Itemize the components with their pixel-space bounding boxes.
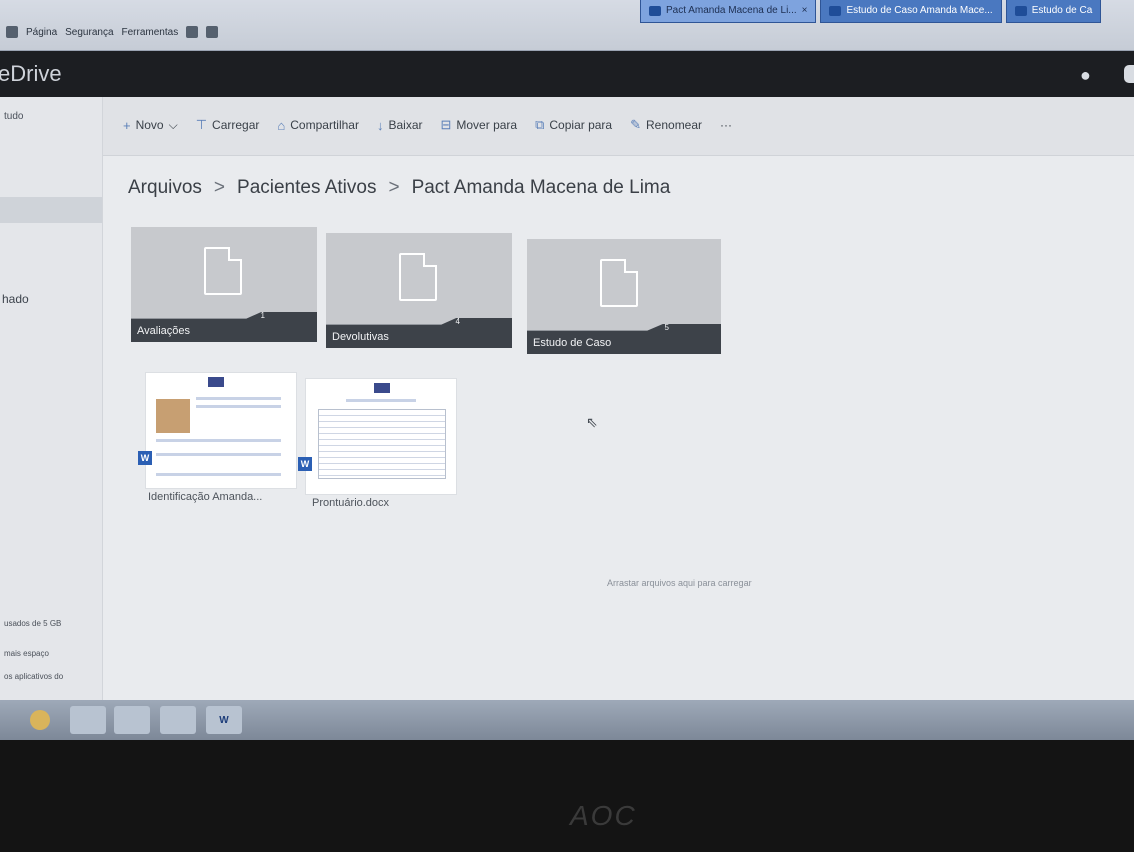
breadcrumb: Arquivos > Pacientes Ativos > Pact Amand…: [128, 177, 670, 199]
download-button[interactable]: ↓ Baixar: [377, 117, 423, 133]
tab-label: Estudo de Caso Amanda Mace...: [846, 5, 993, 16]
onedrive-tab-icon: [649, 6, 661, 16]
left-nav: tudo hado usados de 5 GB mais espaço os …: [0, 97, 103, 740]
menu-tools[interactable]: Ferramentas: [122, 27, 179, 38]
breadcrumb-item-pacientes-ativos[interactable]: Pacientes Ativos: [237, 177, 376, 199]
breadcrumb-item-current: Pact Amanda Macena de Lima: [411, 177, 671, 198]
flag-icon: [208, 377, 224, 387]
drop-hint: Arrastar arquivos aqui para carregar: [607, 578, 752, 588]
storage-usage: usados de 5 GB: [4, 619, 62, 628]
chevron-down-icon: ⌵: [168, 117, 178, 132]
menu-page[interactable]: Página: [26, 27, 57, 38]
command-bar: + Novo ⌵ ⊤ Carregar ⌂ Compartilhar ↓ Bai…: [103, 97, 1134, 156]
folder-name: Avaliações: [137, 325, 190, 337]
help-icon[interactable]: [186, 26, 199, 38]
menu-security[interactable]: Segurança: [65, 27, 113, 38]
document-icon: [399, 253, 437, 301]
chat-icon[interactable]: ●: [1080, 65, 1091, 86]
copy-icon: ⧉: [535, 117, 545, 132]
folder-name: Devolutivas: [332, 331, 389, 343]
share-icon: ⌂: [277, 117, 286, 133]
mouse-cursor-icon: ⇖: [586, 414, 598, 430]
start-icon[interactable]: [30, 710, 50, 730]
folder-tile-devolutivas[interactable]: 4 Devolutivas: [326, 233, 512, 348]
print-icon[interactable]: [6, 26, 18, 38]
profile-icon[interactable]: [1124, 65, 1134, 83]
plus-icon: +: [123, 117, 131, 133]
folder-tile-avaliacoes[interactable]: 1 Avaliações: [131, 227, 317, 342]
rename-button[interactable]: ✎ Renomear: [630, 117, 702, 133]
breadcrumb-separator: >: [388, 177, 400, 198]
nav-item-shared[interactable]: hado: [2, 292, 29, 306]
share-button[interactable]: ⌂ Compartilhar: [277, 117, 359, 133]
file-name[interactable]: Identificação Amanda...: [148, 491, 262, 503]
file-name[interactable]: Prontuário.docx: [312, 497, 389, 509]
pencil-icon: ✎: [630, 117, 641, 132]
upload-button[interactable]: ⊤ Carregar: [196, 117, 260, 133]
nav-search-partial[interactable]: tudo: [4, 111, 23, 122]
move-icon: ⊟: [440, 117, 452, 132]
nav-item-selected[interactable]: [0, 197, 102, 223]
tab-label: Pact Amanda Macena de Li...: [666, 5, 797, 16]
document-icon: [204, 247, 242, 295]
browser-tabs: Pact Amanda Macena de Li... × Estudo de …: [640, 0, 1102, 23]
upload-icon: ⊤: [195, 117, 208, 132]
folder-item-count: 4: [455, 317, 460, 326]
tab-pact-amanda[interactable]: Pact Amanda Macena de Li... ×: [640, 0, 817, 23]
move-to-button[interactable]: ⊟ Mover para: [440, 117, 517, 133]
download-icon: ↓: [376, 117, 384, 133]
file-thumbnail-identificacao[interactable]: W: [138, 372, 297, 489]
flag-icon: [374, 383, 390, 393]
document-icon: [600, 259, 638, 307]
file-thumbnail-prontuario[interactable]: W: [298, 378, 457, 495]
get-apps-link[interactable]: os aplicativos do: [4, 672, 94, 682]
word-taskbar-button[interactable]: W: [206, 706, 242, 734]
table-thumbnail: [318, 409, 446, 479]
word-tab-icon: [829, 6, 842, 16]
app-title[interactable]: eDrive: [0, 61, 62, 87]
breadcrumb-item-arquivos[interactable]: Arquivos: [128, 177, 202, 199]
tab-estudo-de-caso-2[interactable]: Estudo de Ca: [1005, 0, 1102, 23]
explorer-icon[interactable]: [70, 706, 106, 734]
new-button[interactable]: + Novo ⌵: [123, 117, 178, 133]
folder-item-count: 5: [664, 323, 669, 332]
app-header: eDrive ●: [0, 51, 1134, 97]
more-button[interactable]: ···: [720, 117, 732, 133]
taskbar: W: [0, 700, 1134, 740]
tab-label: Estudo de Ca: [1031, 5, 1093, 16]
chrome-icon[interactable]: [160, 706, 196, 734]
tab-estudo-de-caso[interactable]: Estudo de Caso Amanda Mace...: [820, 0, 1002, 23]
toolbar-extra-icon[interactable]: [206, 26, 219, 38]
copy-to-button[interactable]: ⧉ Copiar para: [535, 117, 612, 133]
folder-name: Estudo de Caso: [533, 337, 612, 349]
monitor-logo: AOC: [570, 800, 637, 831]
photo-thumbnail: [156, 399, 190, 433]
close-icon[interactable]: ×: [802, 0, 808, 22]
folder-item-count: 1: [260, 311, 265, 320]
screen: Página Segurança Ferramentas Pact Amanda…: [0, 0, 1134, 740]
browser-toolbar: Página Segurança Ferramentas Pact Amanda…: [0, 0, 1134, 51]
get-more-storage-link[interactable]: mais espaço: [4, 649, 49, 658]
media-icon[interactable]: [114, 706, 150, 734]
word-icon: W: [138, 451, 152, 465]
word-tab-icon: [1014, 6, 1027, 16]
monitor-bezel: [0, 740, 1134, 852]
breadcrumb-separator: >: [213, 177, 226, 198]
word-icon: W: [298, 457, 312, 471]
folder-tile-estudo-de-caso[interactable]: 5 Estudo de Caso: [527, 239, 721, 354]
browser-menu: Página Segurança Ferramentas: [6, 26, 219, 38]
